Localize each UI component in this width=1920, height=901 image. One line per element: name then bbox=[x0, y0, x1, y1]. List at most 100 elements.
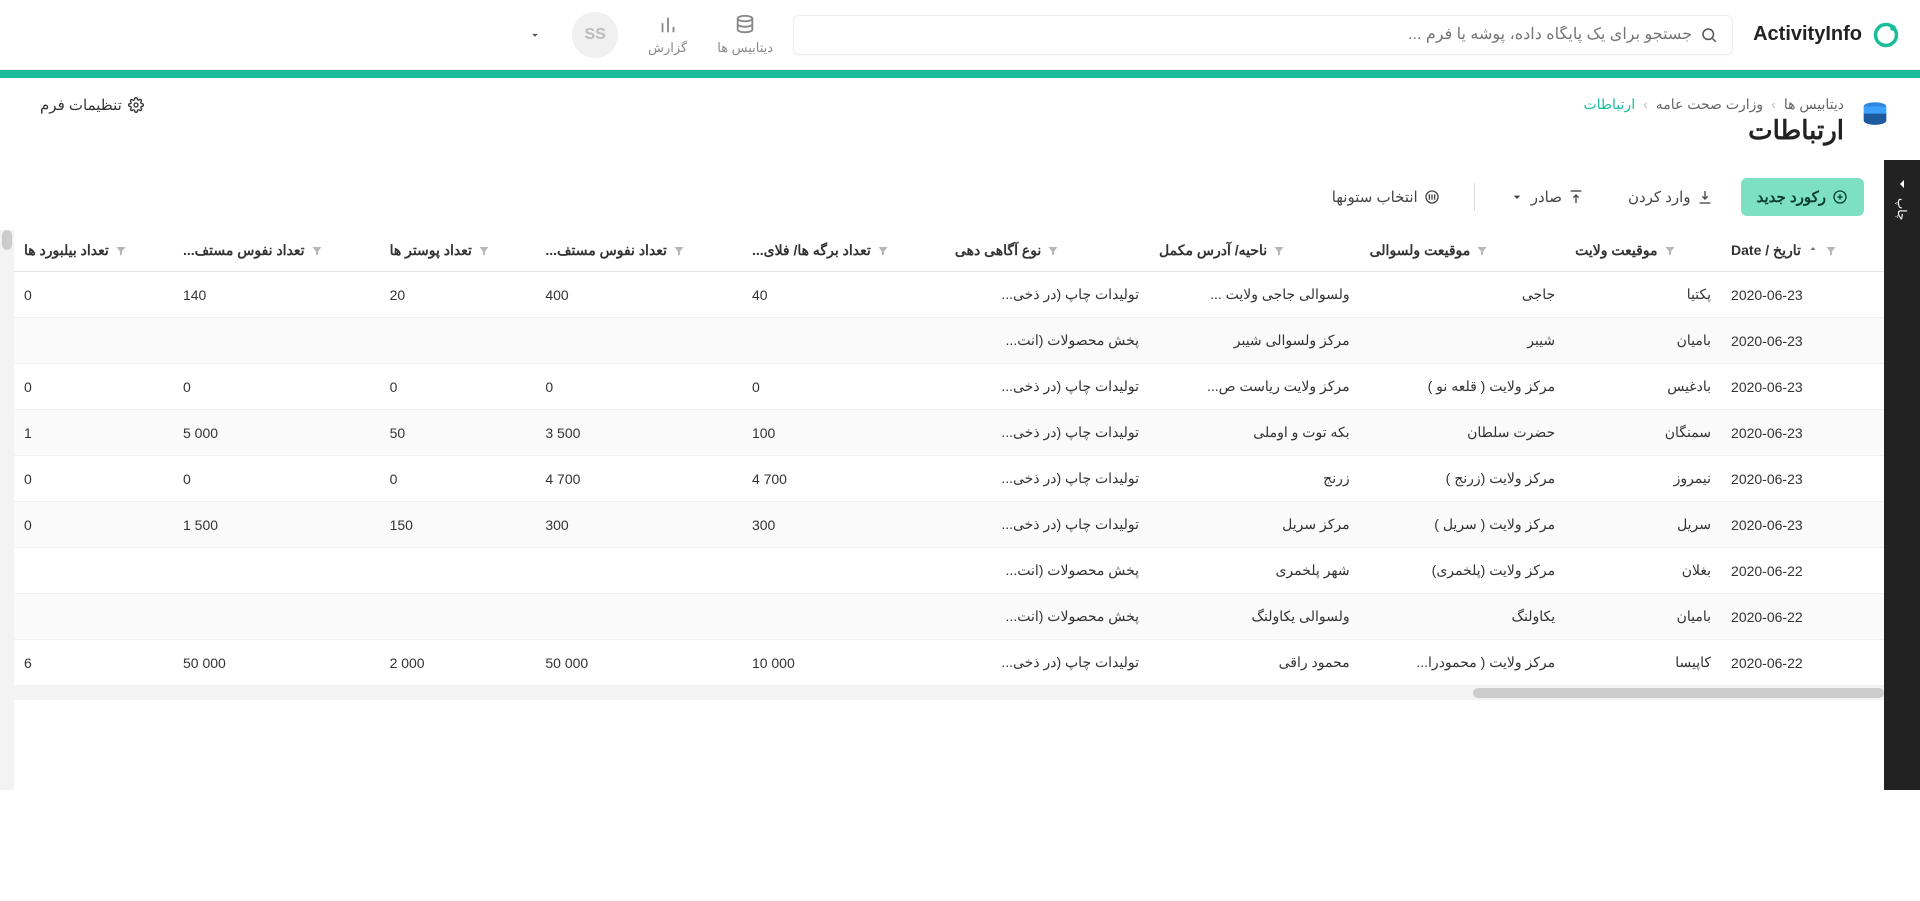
sort-asc-icon[interactable] bbox=[1807, 245, 1819, 257]
form-settings-label: تنظیمات فرم bbox=[40, 96, 122, 114]
form-settings-button[interactable]: تنظیمات فرم bbox=[40, 96, 144, 114]
column-header-province[interactable]: موقیعت ولایت bbox=[1565, 230, 1721, 272]
table-row[interactable]: 2020-06-22بامیانیکاولنگولسوالی یکاولنگپخ… bbox=[14, 594, 1884, 640]
cell-pop_flyers bbox=[535, 594, 742, 640]
brand[interactable]: ActivityInfo bbox=[1753, 21, 1900, 49]
column-label: تعداد بیلبورد ها bbox=[24, 242, 109, 259]
search-input[interactable] bbox=[808, 26, 1692, 44]
columns-icon bbox=[1424, 189, 1440, 205]
user-avatar[interactable]: SS bbox=[572, 12, 618, 58]
breadcrumb-db[interactable]: وزارت صحت عامه bbox=[1656, 96, 1763, 113]
export-icon bbox=[1568, 189, 1584, 205]
cell-billboards: 0 bbox=[14, 456, 173, 502]
filter-icon[interactable] bbox=[1047, 245, 1059, 257]
cell-awareness: تولیدات چاپ (در ذخی... bbox=[945, 364, 1149, 410]
global-search[interactable] bbox=[793, 15, 1733, 55]
cell-awareness: پخش محصولات (انت... bbox=[945, 548, 1149, 594]
cell-pop_posters: 140 bbox=[173, 272, 380, 318]
column-label: تاریخ / Date bbox=[1731, 242, 1801, 259]
breadcrumb-sep: › bbox=[1771, 96, 1776, 113]
cell-posters: 20 bbox=[380, 272, 536, 318]
breadcrumb-root[interactable]: دیتابیس ها bbox=[1784, 96, 1844, 113]
cell-flyers: 100 bbox=[742, 410, 945, 456]
page-header: دیتابیس ها › وزارت صحت عامه › ارتباطات ا… bbox=[0, 78, 1920, 160]
column-header-posters[interactable]: تعداد پوستر ها bbox=[380, 230, 536, 272]
cell-pop_flyers: 400 bbox=[535, 272, 742, 318]
column-header-pop_flyers[interactable]: تعداد نفوس مستف... bbox=[535, 230, 742, 272]
database-icon bbox=[734, 14, 756, 36]
column-header-address[interactable]: ناحیه/ آدرس مکمل bbox=[1149, 230, 1360, 272]
cell-province: پکتیا bbox=[1565, 272, 1721, 318]
cell-province: کاپیسا bbox=[1565, 640, 1721, 686]
breadcrumb: دیتابیس ها › وزارت صحت عامه › ارتباطات bbox=[1583, 96, 1844, 113]
cell-posters bbox=[380, 548, 536, 594]
cell-billboards: 1 bbox=[14, 410, 173, 456]
cell-awareness: تولیدات چاپ (در ذخی... bbox=[945, 272, 1149, 318]
import-icon bbox=[1697, 189, 1713, 205]
vertical-scrollbar[interactable] bbox=[0, 230, 14, 790]
filter-icon[interactable] bbox=[877, 245, 889, 257]
filter-icon[interactable] bbox=[673, 245, 685, 257]
cell-province: بادغیس bbox=[1565, 364, 1721, 410]
cell-pop_flyers bbox=[535, 548, 742, 594]
filter-icon[interactable] bbox=[1476, 245, 1488, 257]
column-header-awareness[interactable]: نوع آگاهی دهی bbox=[945, 230, 1149, 272]
export-button[interactable]: صادر bbox=[1493, 178, 1600, 216]
cell-district: جاجی bbox=[1360, 272, 1566, 318]
cell-date: 2020-06-23 bbox=[1721, 502, 1884, 548]
cell-pop_flyers: 0 bbox=[535, 364, 742, 410]
table-row[interactable]: 2020-06-22بغلانمرکز ولایت (پلخمری)شهر پل… bbox=[14, 548, 1884, 594]
table-row[interactable]: 2020-06-23سریلمرکز ولایت ( سریل )مرکز سر… bbox=[14, 502, 1884, 548]
cell-pop_posters bbox=[173, 548, 380, 594]
new-record-button[interactable]: رکورد جدید bbox=[1741, 178, 1864, 216]
nav-databases[interactable]: دیتابیس ها bbox=[717, 14, 773, 56]
column-header-pop_posters[interactable]: تعداد نفوس مستف... bbox=[173, 230, 380, 272]
cell-date: 2020-06-23 bbox=[1721, 456, 1884, 502]
cell-address: بکه توت و اوملی bbox=[1149, 410, 1360, 456]
cell-billboards: 0 bbox=[14, 502, 173, 548]
column-header-date[interactable]: تاریخ / Date bbox=[1721, 230, 1884, 272]
cell-pop_posters: 5 000 bbox=[173, 410, 380, 456]
gear-icon bbox=[128, 97, 144, 113]
cell-flyers: 0 bbox=[742, 364, 945, 410]
cell-address: محمود راقی bbox=[1149, 640, 1360, 686]
cell-flyers: 300 bbox=[742, 502, 945, 548]
table-row[interactable]: 2020-06-23سمنگانحضرت سلطانبکه توت و اومل… bbox=[14, 410, 1884, 456]
breadcrumb-current: ارتباطات bbox=[1583, 96, 1635, 113]
select-columns-button[interactable]: انتخاب ستونها bbox=[1316, 178, 1456, 216]
cell-posters: 0 bbox=[380, 456, 536, 502]
column-header-flyers[interactable]: تعداد برگه ها/ فلای... bbox=[742, 230, 945, 272]
cell-district: مرکز ولایت ( قلعه نو ) bbox=[1360, 364, 1566, 410]
table-row[interactable]: 2020-06-23بامیانشیبرمرکز ولسوالی شیبرپخش… bbox=[14, 318, 1884, 364]
caret-down-icon[interactable] bbox=[528, 28, 542, 42]
filter-icon[interactable] bbox=[115, 245, 127, 257]
new-record-label: رکورد جدید bbox=[1757, 188, 1826, 206]
cell-posters: 0 bbox=[380, 364, 536, 410]
horizontal-scrollbar[interactable] bbox=[14, 686, 1884, 700]
column-header-district[interactable]: موقیعت ولسوالی bbox=[1360, 230, 1566, 272]
filter-icon[interactable] bbox=[478, 245, 490, 257]
column-header-billboards[interactable]: تعداد بیلبورد ها bbox=[14, 230, 173, 272]
cell-address: زرنج bbox=[1149, 456, 1360, 502]
table-row[interactable]: 2020-06-23پکتیاجاجیولسوالی جاجی ولایت ..… bbox=[14, 272, 1884, 318]
avatar-initials: SS bbox=[584, 26, 605, 44]
filter-icon[interactable] bbox=[1825, 245, 1837, 257]
side-panel-toggle[interactable]: چاپ bbox=[1884, 160, 1920, 790]
import-button[interactable]: وارد کردن bbox=[1612, 178, 1729, 216]
nav-reports[interactable]: گزارش bbox=[648, 14, 687, 56]
cell-awareness: پخش محصولات (انت... bbox=[945, 318, 1149, 364]
cell-date: 2020-06-23 bbox=[1721, 364, 1884, 410]
cell-province: بامیان bbox=[1565, 318, 1721, 364]
table-row[interactable]: 2020-06-23بادغیسمرکز ولایت ( قلعه نو )مر… bbox=[14, 364, 1884, 410]
filter-icon[interactable] bbox=[311, 245, 323, 257]
filter-icon[interactable] bbox=[1664, 245, 1676, 257]
table-row[interactable]: 2020-06-23نیمروزمرکز ولایت (زرنج )زرنجتو… bbox=[14, 456, 1884, 502]
cell-pop_flyers: 50 000 bbox=[535, 640, 742, 686]
main-content: رکورد جدید وارد کردن صادر انتخاب ستونها bbox=[0, 160, 1884, 790]
table-row[interactable]: 2020-06-22کاپیسامرکز ولایت ( محمودرا...م… bbox=[14, 640, 1884, 686]
accent-bar bbox=[0, 70, 1920, 78]
cell-district: مرکز ولایت (پلخمری) bbox=[1360, 548, 1566, 594]
page-title: ارتباطات bbox=[1583, 115, 1844, 146]
filter-icon[interactable] bbox=[1273, 245, 1285, 257]
brand-name: ActivityInfo bbox=[1753, 23, 1862, 46]
